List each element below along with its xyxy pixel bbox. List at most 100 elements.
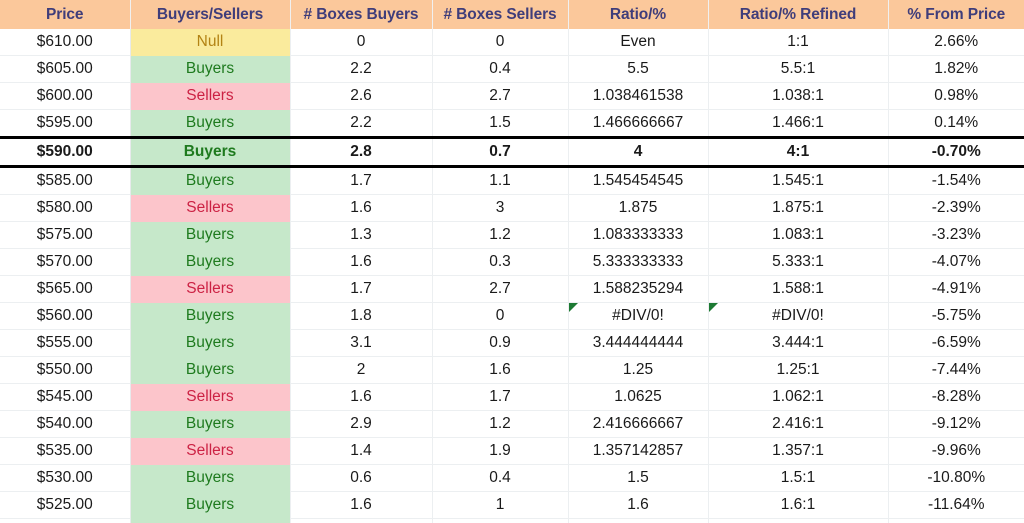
table-row[interactable]: $600.00 Sellers 2.6 2.7 1.038461538 1.038:1 0.…	[0, 82, 1024, 110]
cell-ratio[interactable]: 4	[568, 136, 709, 168]
cell-boxes-buyers[interactable]: 2.2	[290, 109, 433, 138]
cell-price[interactable]: $555.00	[0, 329, 131, 357]
cell-pct-from-price[interactable]: -7.44%	[888, 356, 1024, 384]
cell-price[interactable]: $570.00	[0, 248, 131, 276]
table-row[interactable]: $580.00 Sellers 1.6 3 1.875 1.875:1 -2.39%	[0, 194, 1024, 222]
cell-pct-from-price[interactable]: -9.12%	[888, 410, 1024, 438]
cell-pct-from-price[interactable]: -3.23%	[888, 221, 1024, 249]
cell-ratio[interactable]: 5.333333333	[568, 248, 709, 276]
cell-ratio-refined[interactable]: 1.038:1	[708, 82, 889, 110]
column-header-buyers-sellers[interactable]: Buyers/Sellers	[130, 0, 291, 29]
cell-boxes-buyers[interactable]: 2.7	[290, 518, 433, 523]
cell-boxes-sellers[interactable]: 1.3	[432, 518, 569, 523]
cell-buyers-sellers[interactable]: Buyers	[130, 302, 291, 330]
cell-pct-from-price[interactable]: -4.91%	[888, 275, 1024, 303]
column-header-boxes-sellers[interactable]: # Boxes Sellers	[432, 0, 569, 29]
cell-boxes-buyers[interactable]: 1.6	[290, 248, 433, 276]
cell-price[interactable]: $540.00	[0, 410, 131, 438]
cell-boxes-buyers[interactable]: 1.7	[290, 275, 433, 303]
cell-boxes-buyers[interactable]: 3.1	[290, 329, 433, 357]
cell-price[interactable]: $550.00	[0, 356, 131, 384]
cell-price[interactable]: $560.00	[0, 302, 131, 330]
cell-boxes-buyers[interactable]: 1.6	[290, 383, 433, 411]
table-row[interactable]: $560.00 Buyers 1.8 0 #DIV/0! #DIV/0! -5.75%	[0, 302, 1024, 330]
cell-ratio-refined[interactable]: 5.5:1	[708, 55, 889, 83]
cell-ratio-refined[interactable]: 2.076:1	[708, 518, 889, 523]
cell-price[interactable]: $585.00	[0, 166, 131, 195]
cell-pct-from-price[interactable]: -5.75%	[888, 302, 1024, 330]
cell-buyers-sellers[interactable]: Buyers	[130, 356, 291, 384]
cell-boxes-buyers[interactable]: 2	[290, 356, 433, 384]
cell-boxes-sellers[interactable]: 0	[432, 29, 569, 56]
cell-boxes-sellers[interactable]: 1.6	[432, 356, 569, 384]
cell-ratio-refined[interactable]: 1.6:1	[708, 491, 889, 519]
cell-price[interactable]: $605.00	[0, 55, 131, 83]
cell-ratio[interactable]: 1.466666667	[568, 109, 709, 138]
cell-buyers-sellers[interactable]: Buyers	[130, 464, 291, 492]
cell-boxes-buyers[interactable]: 1.3	[290, 221, 433, 249]
column-header-ratio-refined[interactable]: Ratio/% Refined	[708, 0, 889, 29]
cell-ratio-refined[interactable]: 2.416:1	[708, 410, 889, 438]
cell-boxes-sellers[interactable]: 1.5	[432, 109, 569, 138]
cell-ratio-refined[interactable]: 1.545:1	[708, 166, 889, 195]
cell-ratio-refined[interactable]: 1:1	[708, 29, 889, 56]
cell-pct-from-price[interactable]: -6.59%	[888, 329, 1024, 357]
cell-boxes-sellers[interactable]: 2.7	[432, 275, 569, 303]
cell-buyers-sellers[interactable]: Buyers	[130, 329, 291, 357]
table-row[interactable]: $530.00 Buyers 0.6 0.4 1.5 1.5:1 -10.80%	[0, 464, 1024, 492]
cell-boxes-sellers[interactable]: 2.7	[432, 82, 569, 110]
cell-price[interactable]: $610.00	[0, 29, 131, 56]
cell-pct-from-price[interactable]: -0.70%	[888, 136, 1024, 168]
cell-buyers-sellers[interactable]: Sellers	[130, 383, 291, 411]
cell-boxes-sellers[interactable]: 0.4	[432, 55, 569, 83]
cell-ratio-refined[interactable]: 1.357:1	[708, 437, 889, 465]
cell-price[interactable]: $565.00	[0, 275, 131, 303]
cell-pct-from-price[interactable]: 0.14%	[888, 109, 1024, 138]
cell-price[interactable]: $575.00	[0, 221, 131, 249]
cell-buyers-sellers[interactable]: Buyers	[130, 136, 291, 168]
column-header-price[interactable]: Price	[0, 0, 131, 29]
cell-buyers-sellers[interactable]: Buyers	[130, 109, 291, 138]
cell-boxes-sellers[interactable]: 1.2	[432, 221, 569, 249]
cell-ratio[interactable]: 1.5	[568, 464, 709, 492]
cell-boxes-buyers[interactable]: 1.6	[290, 491, 433, 519]
cell-boxes-sellers[interactable]: 1.2	[432, 410, 569, 438]
cell-boxes-sellers[interactable]: 0.4	[432, 464, 569, 492]
cell-price[interactable]: $530.00	[0, 464, 131, 492]
cell-boxes-buyers[interactable]: 1.6	[290, 194, 433, 222]
cell-ratio-refined[interactable]: #DIV/0!	[708, 302, 889, 330]
cell-buyers-sellers[interactable]: Buyers	[130, 166, 291, 195]
table-row[interactable]: $520.00Buyers2.71.32.0769230772.076:1-12…	[0, 518, 1024, 523]
cell-price[interactable]: $600.00	[0, 82, 131, 110]
cell-boxes-sellers[interactable]: 1	[432, 491, 569, 519]
column-header-ratio[interactable]: Ratio/%	[568, 0, 709, 29]
cell-boxes-buyers[interactable]: 1.8	[290, 302, 433, 330]
cell-ratio-refined[interactable]: 3.444:1	[708, 329, 889, 357]
cell-price[interactable]: $595.00	[0, 109, 131, 138]
cell-price[interactable]: $580.00	[0, 194, 131, 222]
cell-pct-from-price[interactable]: -10.80%	[888, 464, 1024, 492]
cell-boxes-sellers[interactable]: 0	[432, 302, 569, 330]
cell-ratio[interactable]: 3.444444444	[568, 329, 709, 357]
cell-buyers-sellers[interactable]: Buyers	[130, 221, 291, 249]
table-row[interactable]: $575.00 Buyers 1.3 1.2 1.083333333 1.083:1 -3.…	[0, 221, 1024, 249]
cell-boxes-sellers[interactable]: 0.3	[432, 248, 569, 276]
cell-ratio-refined[interactable]: 1.5:1	[708, 464, 889, 492]
cell-boxes-sellers[interactable]: 1.7	[432, 383, 569, 411]
cell-boxes-buyers[interactable]: 1.4	[290, 437, 433, 465]
cell-buyers-sellers[interactable]: Buyers	[130, 248, 291, 276]
cell-price[interactable]: $545.00	[0, 383, 131, 411]
cell-ratio[interactable]: 1.357142857	[568, 437, 709, 465]
cell-pct-from-price[interactable]: 1.82%	[888, 55, 1024, 83]
cell-price[interactable]: $520.00	[0, 518, 131, 523]
cell-buyers-sellers[interactable]: Buyers	[130, 518, 291, 523]
table-row[interactable]: $595.00 Buyers 2.2 1.5 1.466666667 1.466:1 0.1…	[0, 109, 1024, 138]
cell-buyers-sellers[interactable]: Sellers	[130, 82, 291, 110]
cell-pct-from-price[interactable]: -4.07%	[888, 248, 1024, 276]
cell-pct-from-price[interactable]: -1.54%	[888, 167, 1024, 195]
cell-ratio-refined[interactable]: 1.466:1	[708, 109, 889, 138]
table-row[interactable]: $565.00 Sellers 1.7 2.7 1.588235294 1.588:1 -4…	[0, 275, 1024, 303]
cell-ratio[interactable]: 1.875	[568, 194, 709, 222]
cell-ratio[interactable]: 1.588235294	[568, 275, 709, 303]
cell-pct-from-price[interactable]: 0.98%	[888, 82, 1024, 110]
